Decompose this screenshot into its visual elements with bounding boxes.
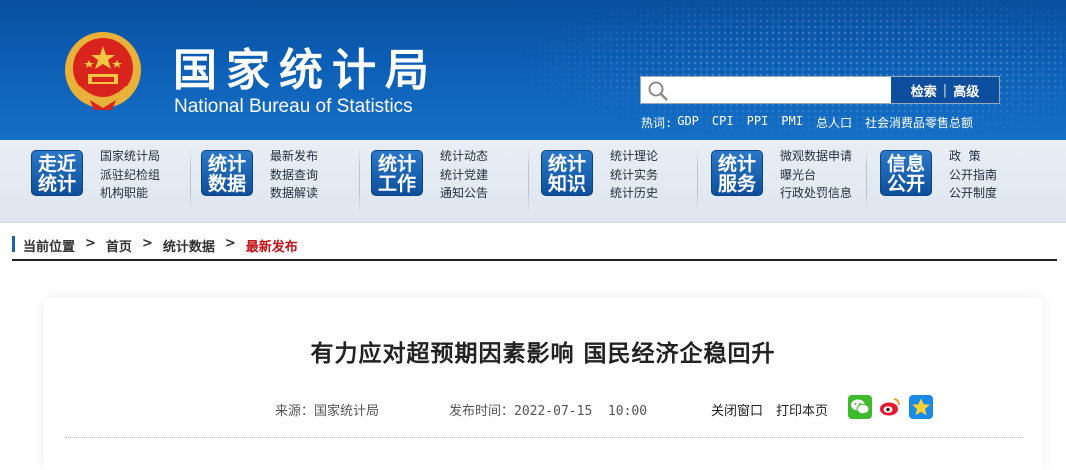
nav-badge-line: 工作 — [377, 173, 416, 195]
nav-badge-line: 统计 — [717, 153, 756, 175]
search-input[interactable] — [671, 79, 891, 101]
nav-badge-line: 服务 — [717, 173, 756, 195]
nav-link[interactable]: 最新发布 — [270, 147, 318, 166]
nav-link[interactable]: 数据解读 — [270, 184, 318, 203]
nav-link[interactable]: 统计动态 — [440, 147, 488, 166]
nav-link[interactable]: 统计理论 — [610, 147, 658, 166]
nav-link[interactable]: 曝光台 — [780, 166, 852, 185]
print-page-button[interactable]: 打印本页 — [776, 400, 828, 419]
nav-badge-about[interactable]: 走近 统计 — [31, 150, 83, 196]
nav-link[interactable]: 数据查询 — [270, 166, 318, 185]
search-button[interactable]: 检索 — [911, 81, 937, 100]
article-divider — [65, 437, 1023, 438]
hot-word-link[interactable]: GDP — [677, 114, 699, 131]
nav-link[interactable]: 派驻纪检组 — [100, 166, 160, 185]
nav-link[interactable]: 政 策 — [949, 147, 997, 166]
nav-links: 统计动态 统计党建 通知公告 — [440, 147, 488, 203]
nav-divider — [359, 148, 360, 212]
nav-divider — [866, 148, 867, 212]
nav-badge-disclosure[interactable]: 信息 公开 — [880, 150, 932, 196]
close-window-button[interactable]: 关闭窗口 — [711, 400, 763, 419]
nav-links: 最新发布 数据查询 数据解读 — [270, 147, 318, 203]
nav-badge-service[interactable]: 统计 服务 — [711, 150, 763, 196]
breadcrumb-data-link[interactable]: 统计数据 — [163, 236, 215, 255]
nav-badge-line: 数据 — [207, 173, 246, 195]
wechat-icon[interactable] — [848, 395, 872, 419]
article-title: 有力应对超预期因素影响 国民经济企稳回升 — [310, 341, 776, 367]
breadcrumb-arrow: > — [141, 236, 153, 251]
article-source: 来源：国家统计局 — [275, 404, 380, 419]
hot-word-link[interactable]: 总人口 — [816, 114, 852, 131]
search-buttons: 检索 | 高级 — [891, 77, 999, 103]
site-header: 国家统计局 National Bureau of Statistics 检索 |… — [0, 0, 1066, 140]
hot-word-link[interactable]: CPI — [712, 114, 734, 131]
search-separator: | — [942, 82, 948, 98]
nav-badge-line: 统计 — [207, 153, 246, 175]
main-nav: 走近 统计 国家统计局 派驻纪检组 机构职能 统计 数据 最新发布 数据查询 数… — [0, 140, 1066, 223]
nav-link[interactable]: 行政处罚信息 — [780, 184, 852, 203]
breadcrumb-arrow: > — [224, 236, 236, 251]
hot-words-label: 热词: — [641, 116, 673, 130]
nav-badge-work[interactable]: 统计 工作 — [371, 150, 423, 196]
search-icon — [648, 81, 668, 101]
nav-badge-line: 统计 — [547, 153, 586, 175]
breadcrumb-arrow: > — [85, 236, 96, 251]
article-panel: 有力应对超预期因素影响 国民经济企稳回升 来源：国家统计局 发布时间：2022-… — [43, 298, 1043, 470]
hot-words: 热词: GDP CPI PPI PMI 总人口 社会消费品零售总额 — [641, 114, 973, 131]
breadcrumb-home-link[interactable]: 首页 — [106, 236, 132, 255]
nav-badge-line: 公开 — [886, 173, 925, 195]
nav-badge-line: 统计 — [377, 153, 416, 175]
nav-links: 国家统计局 派驻纪检组 机构职能 — [100, 147, 160, 203]
site-title-cn: 国家统计局 — [173, 45, 438, 96]
favorite-icon[interactable] — [909, 395, 933, 419]
breadcrumb-label: 当前位置 — [23, 240, 76, 255]
nav-link[interactable]: 公开制度 — [949, 184, 997, 203]
nav-link[interactable]: 微观数据申请 — [780, 147, 852, 166]
nav-links: 微观数据申请 曝光台 行政处罚信息 — [780, 147, 852, 203]
article-published-time: 发布时间：2022-07-15 10:00 — [449, 404, 648, 419]
hot-word-link[interactable]: PPI — [747, 114, 769, 131]
search-box: 检索 | 高级 — [640, 76, 1000, 104]
nav-links: 政 策 公开指南 公开制度 — [949, 147, 997, 203]
breadcrumb-marker — [12, 236, 15, 252]
hot-word-link[interactable]: 社会消费品零售总额 — [865, 114, 973, 131]
nav-badge-data[interactable]: 统计 数据 — [201, 150, 253, 196]
nav-badge-line: 信息 — [886, 153, 925, 175]
nav-divider — [190, 148, 191, 212]
nav-link[interactable]: 机构职能 — [100, 184, 160, 203]
nav-link[interactable]: 统计实务 — [610, 166, 658, 185]
national-emblem-icon — [65, 32, 141, 110]
breadcrumb: 当前位置 > 首页 > 统计数据 > 最新发布 — [12, 236, 1057, 261]
breadcrumb-current[interactable]: 最新发布 — [246, 236, 298, 255]
nav-divider — [697, 148, 698, 212]
nav-badge-knowledge[interactable]: 统计 知识 — [541, 150, 593, 196]
nav-link[interactable]: 统计历史 — [610, 184, 658, 203]
nav-link[interactable]: 统计党建 — [440, 166, 488, 185]
weibo-icon[interactable] — [878, 395, 902, 419]
nav-badge-line: 知识 — [547, 173, 586, 195]
nav-link[interactable]: 公开指南 — [949, 166, 997, 185]
advanced-search-button[interactable]: 高级 — [953, 81, 979, 100]
site-title-en: National Bureau of Statistics — [174, 96, 413, 117]
nav-link[interactable]: 通知公告 — [440, 184, 488, 203]
nav-links: 统计理论 统计实务 统计历史 — [610, 147, 658, 203]
hot-word-link[interactable]: PMI — [781, 114, 803, 131]
nav-divider — [528, 148, 529, 212]
nav-badge-line: 统计 — [37, 173, 76, 195]
nav-link[interactable]: 国家统计局 — [100, 147, 160, 166]
nav-badge-line: 走近 — [37, 153, 76, 175]
